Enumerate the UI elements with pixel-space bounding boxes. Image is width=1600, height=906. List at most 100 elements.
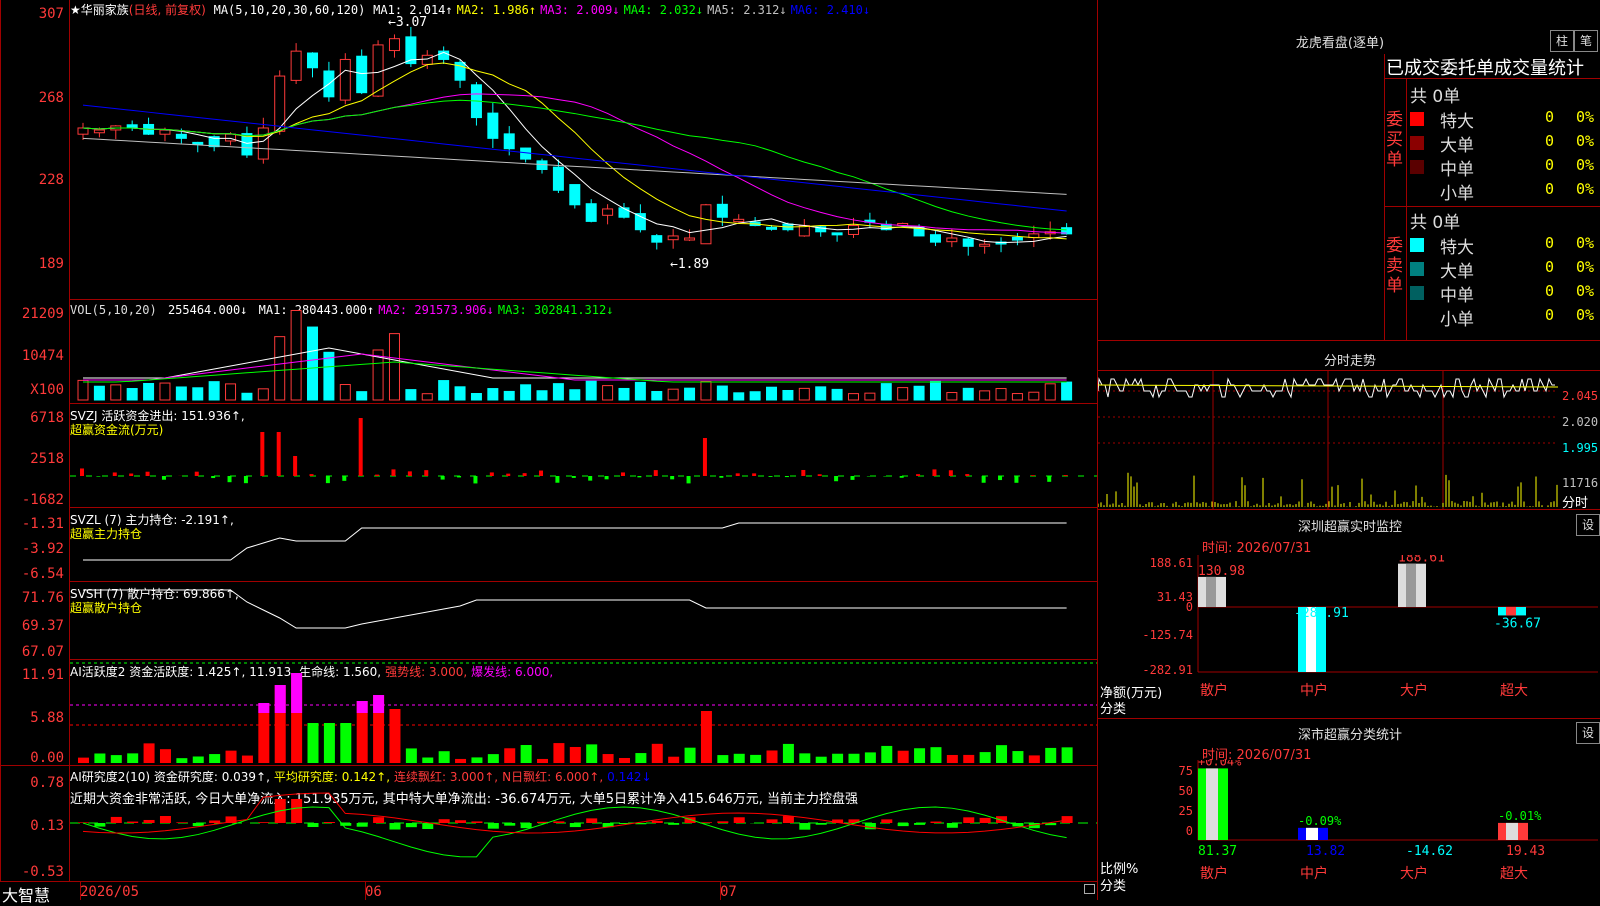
low-price-label: ←1.89: [670, 257, 709, 272]
candle-body: [275, 76, 285, 131]
volume-bar: [832, 389, 842, 400]
ai-active-bar: [537, 759, 548, 763]
szm-cat-2: 大户: [1400, 682, 1428, 699]
svzj-bar: [637, 476, 641, 477]
air-bar: [94, 823, 105, 827]
air-bar: [914, 823, 925, 825]
volume-chart[interactable]: [70, 300, 1097, 403]
longhu-sell_rows-swatch-1: [1410, 262, 1424, 276]
ai-active-bar: [865, 752, 876, 763]
svzj-chart[interactable]: [70, 404, 1097, 507]
svzj-bar: [1031, 475, 1035, 476]
air-yticks-0: 0.78: [0, 775, 64, 791]
candle-body: [488, 113, 498, 138]
ma3-line: [83, 94, 1067, 233]
ai-active-bar: [619, 758, 630, 763]
longhu-buy_rows-pct-3: 0%: [1576, 180, 1594, 198]
sz-stats-settings-button[interactable]: 设: [1576, 722, 1600, 744]
svzj-bar: [850, 476, 854, 480]
air-yticks-1: 0.13: [0, 818, 64, 834]
volume-bar: [734, 393, 744, 400]
ai-research-chart[interactable]: [70, 766, 1097, 881]
szm-value-1: -282.91: [1294, 606, 1349, 621]
candle-body: [603, 209, 613, 215]
svzl-line: [83, 523, 1067, 560]
volume-bar: [963, 388, 973, 400]
air-bar: [357, 823, 368, 827]
air-bar: [127, 822, 138, 823]
svzl-yticks-0: -1.31: [0, 516, 64, 532]
longhu-sell_rows-swatch-2: [1410, 286, 1424, 300]
candle-body: [226, 134, 236, 141]
volume-bar: [783, 390, 793, 400]
svzj-bar: [801, 470, 805, 476]
volume-bar: [1029, 392, 1039, 400]
volume-bar: [455, 387, 465, 400]
volume-bar: [865, 393, 875, 400]
longhu-buy_rows-count-3: 0: [1545, 180, 1554, 198]
ai-active-chart[interactable]: [70, 660, 1097, 765]
volume-bar: [685, 388, 695, 400]
ai-active-bar: [226, 751, 237, 763]
price-yticks-3: 189: [0, 256, 64, 272]
candle-body: [701, 205, 711, 244]
szs-ytick: 0: [1186, 824, 1193, 838]
bar-mode-button[interactable]: 柱: [1550, 30, 1574, 52]
volume-bar: [94, 386, 104, 400]
ai-active-bar: [521, 745, 532, 763]
svzj-bar: [326, 476, 330, 483]
intraday-chart[interactable]: [1098, 371, 1558, 509]
price-yticks-2: 228: [0, 172, 64, 188]
svsh-chart[interactable]: [70, 582, 1097, 659]
volume-bar: [127, 389, 137, 400]
svzj-bar: [375, 475, 379, 476]
air-bar: [488, 823, 499, 829]
volume-bar: [504, 391, 514, 400]
volume-bar: [1012, 394, 1022, 400]
sz-monitor-settings-button[interactable]: 设: [1576, 514, 1600, 536]
szs-ytick: 25: [1179, 804, 1193, 818]
candle-body: [504, 134, 514, 149]
longhu-sell_rows-pct-2: 0%: [1576, 282, 1594, 300]
svzl-chart[interactable]: [70, 508, 1097, 581]
lock-icon[interactable]: [1084, 884, 1095, 894]
longhu-buy_rows-pct-2: 0%: [1576, 156, 1594, 174]
sell-side-label: 委卖单: [1386, 236, 1404, 296]
longhu-buy_rows-name-2: 中单: [1440, 155, 1474, 180]
svzj-bar: [719, 476, 723, 478]
xaxis-label-may: 2026/05: [80, 884, 139, 900]
air-yticks-2: -0.53: [0, 864, 64, 880]
svzj-bar: [391, 469, 395, 476]
longhu-title: 龙虎看盘(逐单): [1250, 32, 1430, 51]
szm-ytick: 0: [1186, 600, 1193, 614]
air-bar: [799, 823, 810, 830]
ai-active-bar: [980, 752, 991, 763]
candle-body: [963, 239, 973, 246]
volume-bar: [308, 327, 318, 400]
ai-active-bar: [652, 744, 663, 763]
svzj-bar: [523, 473, 527, 476]
candle-body: [389, 39, 399, 51]
price-chart[interactable]: ←3.07←1.89: [70, 0, 1097, 299]
volume-bar: [848, 394, 858, 400]
svzj-bar: [473, 476, 477, 483]
candle-body: [160, 130, 170, 134]
svsh-yticks-2: 67.07: [0, 644, 64, 660]
tick-mode-button[interactable]: 笔: [1574, 30, 1598, 52]
svsh-yticks-0: 71.76: [0, 590, 64, 606]
vol-yticks-2: X100: [0, 382, 64, 398]
volume-bar: [537, 391, 547, 400]
candle-body: [832, 233, 842, 235]
air-bar: [160, 816, 171, 823]
longhu-sell_rows-count-1: 0: [1545, 258, 1554, 276]
ai-active-peak: [357, 701, 368, 713]
svzj-bar: [146, 472, 150, 476]
svzj-bar: [769, 476, 773, 477]
volume-bar: [406, 390, 416, 400]
sz-monitor-time: 时间: 2026/07/31: [1202, 537, 1311, 556]
szs-value-3: 19.43: [1506, 844, 1545, 859]
longhu-buy_rows-name-3: 小单: [1440, 179, 1474, 204]
svzj-bar: [670, 476, 674, 479]
air-bar: [455, 820, 466, 823]
ai-active-bar: [144, 743, 155, 763]
